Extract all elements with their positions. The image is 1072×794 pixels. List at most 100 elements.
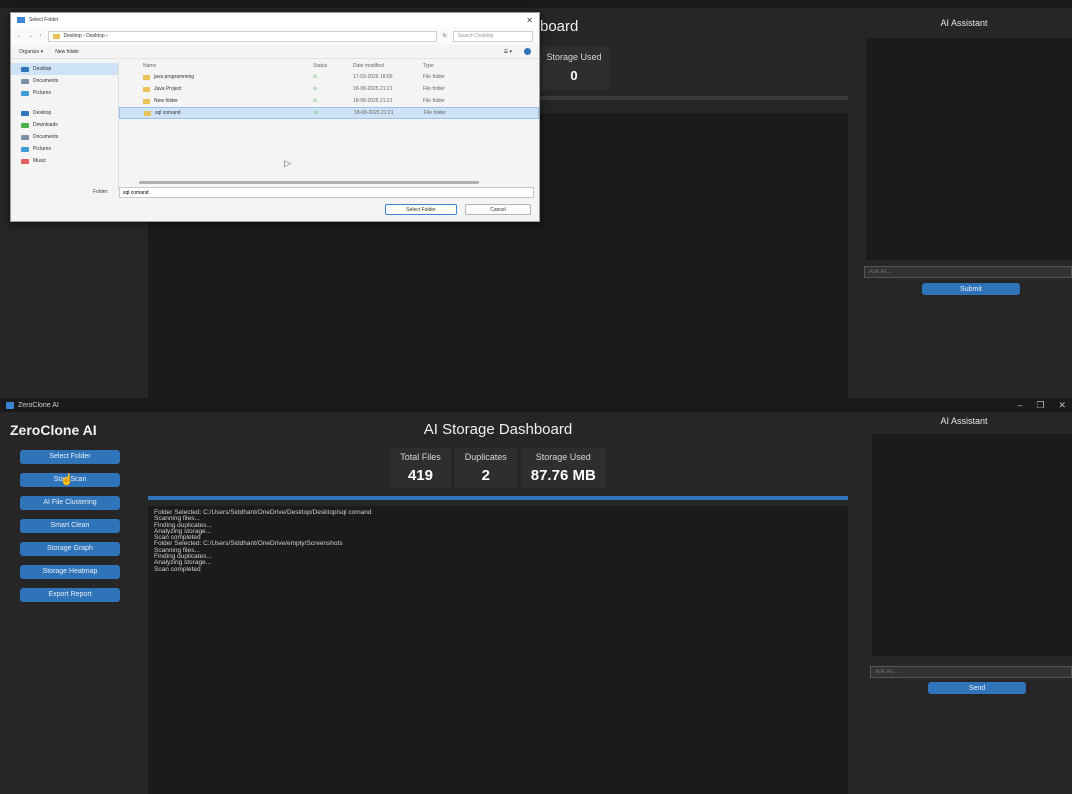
top-ask-input[interactable] [864, 266, 1072, 278]
nav-item[interactable]: Documents [11, 131, 118, 143]
nav-item[interactable]: Pictures [11, 87, 118, 99]
nav-item[interactable]: Desktop [11, 107, 118, 119]
nav-item[interactable]: Documents [11, 75, 118, 87]
file-type: File folder [423, 98, 445, 104]
folder-name-input[interactable] [119, 187, 534, 198]
top-stat-storage: Storage Used 0 [538, 46, 610, 90]
folder-icon [21, 90, 29, 96]
dialog-toolbar: Organize ▾ New folder ☰ ▾ [11, 45, 539, 59]
dialog-address-row: ← → ↑ Desktop › Desktop › ↻ Search Deskt… [11, 27, 539, 45]
file-date: 17-03-2026 18:56 [353, 74, 393, 80]
smart-clean-button[interactable]: Smart Clean [20, 519, 120, 533]
help-icon[interactable] [524, 48, 531, 55]
stat-card: Total Files 419 [390, 448, 451, 488]
nav-item-label: Downloads [33, 122, 58, 128]
file-date: 18-08-2025 21:21 [353, 86, 393, 92]
organize-button[interactable]: Organize ▾ [19, 49, 43, 55]
window-controls: – ❐ ✕ [1017, 400, 1066, 411]
window-title: ZeroClone AI [18, 401, 59, 409]
folder-icon [21, 122, 29, 128]
nav-item-label: Documents [33, 134, 59, 140]
up-arrow-icon[interactable]: ↑ [39, 33, 42, 39]
ai-file-clustering-button[interactable]: AI File Clustering [20, 496, 120, 510]
file-type: File folder [423, 74, 445, 80]
dialog-body: Desktop Documents Pictures Desktop Downloads… [11, 60, 539, 190]
file-row[interactable]: New folder ⊙ 18-08-2025 21:21 File folder [119, 95, 539, 107]
top-dashboard-title: board [540, 18, 579, 35]
file-name: New folder [154, 98, 178, 104]
mouse-cursor-icon: ▷ [284, 158, 291, 168]
column-name[interactable]: Name [143, 63, 313, 69]
folder-icon [21, 78, 29, 84]
view-options-icon[interactable]: ☰ ▾ [504, 49, 512, 55]
horizontal-scrollbar[interactable] [139, 181, 479, 184]
dialog-titlebar: Select Folder ✕ [11, 13, 539, 27]
bottom-app-window: ZeroClone AI – ❐ ✕ ZeroClone AI Select F… [0, 398, 1072, 794]
select-folder-button[interactable]: Select Folder [20, 450, 120, 464]
file-name-cell: java programming [143, 74, 313, 80]
nav-item[interactable]: Pictures [11, 143, 118, 155]
minimize-icon[interactable]: – [1017, 400, 1022, 411]
assistant-panel: AI Assistant Send [856, 412, 1072, 794]
file-row[interactable]: Java Project ⊙ 18-08-2025 21:21 File folder [119, 83, 539, 95]
file-type: File folder [424, 110, 446, 116]
hand-cursor-icon: ☝ [60, 474, 74, 486]
refresh-icon[interactable]: ↻ [443, 33, 447, 39]
brand-title: ZeroClone AI [10, 422, 97, 438]
address-bar[interactable]: Desktop › Desktop › [47, 30, 437, 42]
file-row[interactable]: java programming ⊙ 17-03-2026 18:56 File fo… [119, 71, 539, 83]
top-stat-value: 0 [570, 68, 578, 83]
close-icon[interactable]: ✕ [526, 16, 533, 25]
file-status: ⊙ [313, 74, 318, 80]
column-date[interactable]: Date modified [353, 63, 423, 69]
column-type[interactable]: Type [423, 63, 473, 69]
folder-icon [21, 134, 29, 140]
top-assistant-panel: AI Assistant Submit [856, 8, 1072, 398]
select-folder-button[interactable]: Select Folder [385, 204, 457, 215]
navigation-pane: Desktop Documents Pictures Desktop Downloads… [11, 60, 119, 190]
file-list-header: Name Status Date modified Type [119, 60, 539, 71]
sidebar: ZeroClone AI Select Folder Start Scan AI F… [0, 412, 140, 794]
file-date: 18-08-2025 21:21 [353, 98, 393, 104]
file-row[interactable]: sql comand ⊙ 18-08-2025 21:21 File folder [119, 107, 539, 119]
nav-item-label: Pictures [33, 90, 52, 96]
stat-label: Duplicates [464, 452, 507, 462]
send-button[interactable]: Send [928, 682, 1026, 694]
ask-ai-input[interactable] [870, 666, 1072, 678]
folder-icon [21, 158, 29, 164]
nav-item[interactable]: Downloads [11, 119, 118, 131]
nav-item-label: Desktop [33, 66, 52, 72]
top-progress-bar [540, 96, 848, 100]
close-window-icon[interactable]: ✕ [1058, 400, 1066, 411]
file-status: ⊙ [314, 110, 319, 116]
stat-value: 2 [481, 467, 490, 484]
file-name: Java Project [154, 86, 182, 92]
storage-graph-button[interactable]: Storage Graph [20, 542, 120, 556]
file-name-cell: Java Project [143, 86, 313, 92]
export-report-button[interactable]: Export Report [20, 588, 120, 602]
cancel-button[interactable]: Cancel [465, 204, 531, 215]
folder-icon [21, 146, 29, 152]
storage-heatmap-button[interactable]: Storage Heatmap [20, 565, 120, 579]
stat-label: Storage Used [535, 452, 591, 462]
top-chat-area [866, 38, 1072, 260]
back-arrow-icon[interactable]: ← [17, 33, 22, 39]
top-submit-button[interactable]: Submit [922, 283, 1020, 295]
scan-progress-bar [148, 496, 848, 500]
folder-icon [52, 33, 60, 39]
dialog-footer: Folder: Select Folder Cancel [11, 187, 539, 221]
top-titlebar [0, 0, 1072, 8]
top-stat-label: Storage Used [546, 52, 602, 62]
column-status[interactable]: Status [313, 63, 353, 69]
app-icon [6, 401, 14, 409]
folder-icon [143, 86, 150, 92]
new-folder-button[interactable]: New folder [55, 49, 79, 55]
folder-icon [143, 98, 150, 104]
file-list: Name Status Date modified Type java prog… [119, 60, 539, 190]
nav-item[interactable]: Desktop [11, 63, 118, 75]
search-input[interactable]: Search Desktop [453, 30, 533, 42]
nav-item[interactable]: Music [11, 155, 118, 167]
forward-arrow-icon[interactable]: → [28, 33, 33, 39]
nav-item-label: Music [33, 158, 47, 164]
maximize-icon[interactable]: ❐ [1036, 400, 1044, 411]
